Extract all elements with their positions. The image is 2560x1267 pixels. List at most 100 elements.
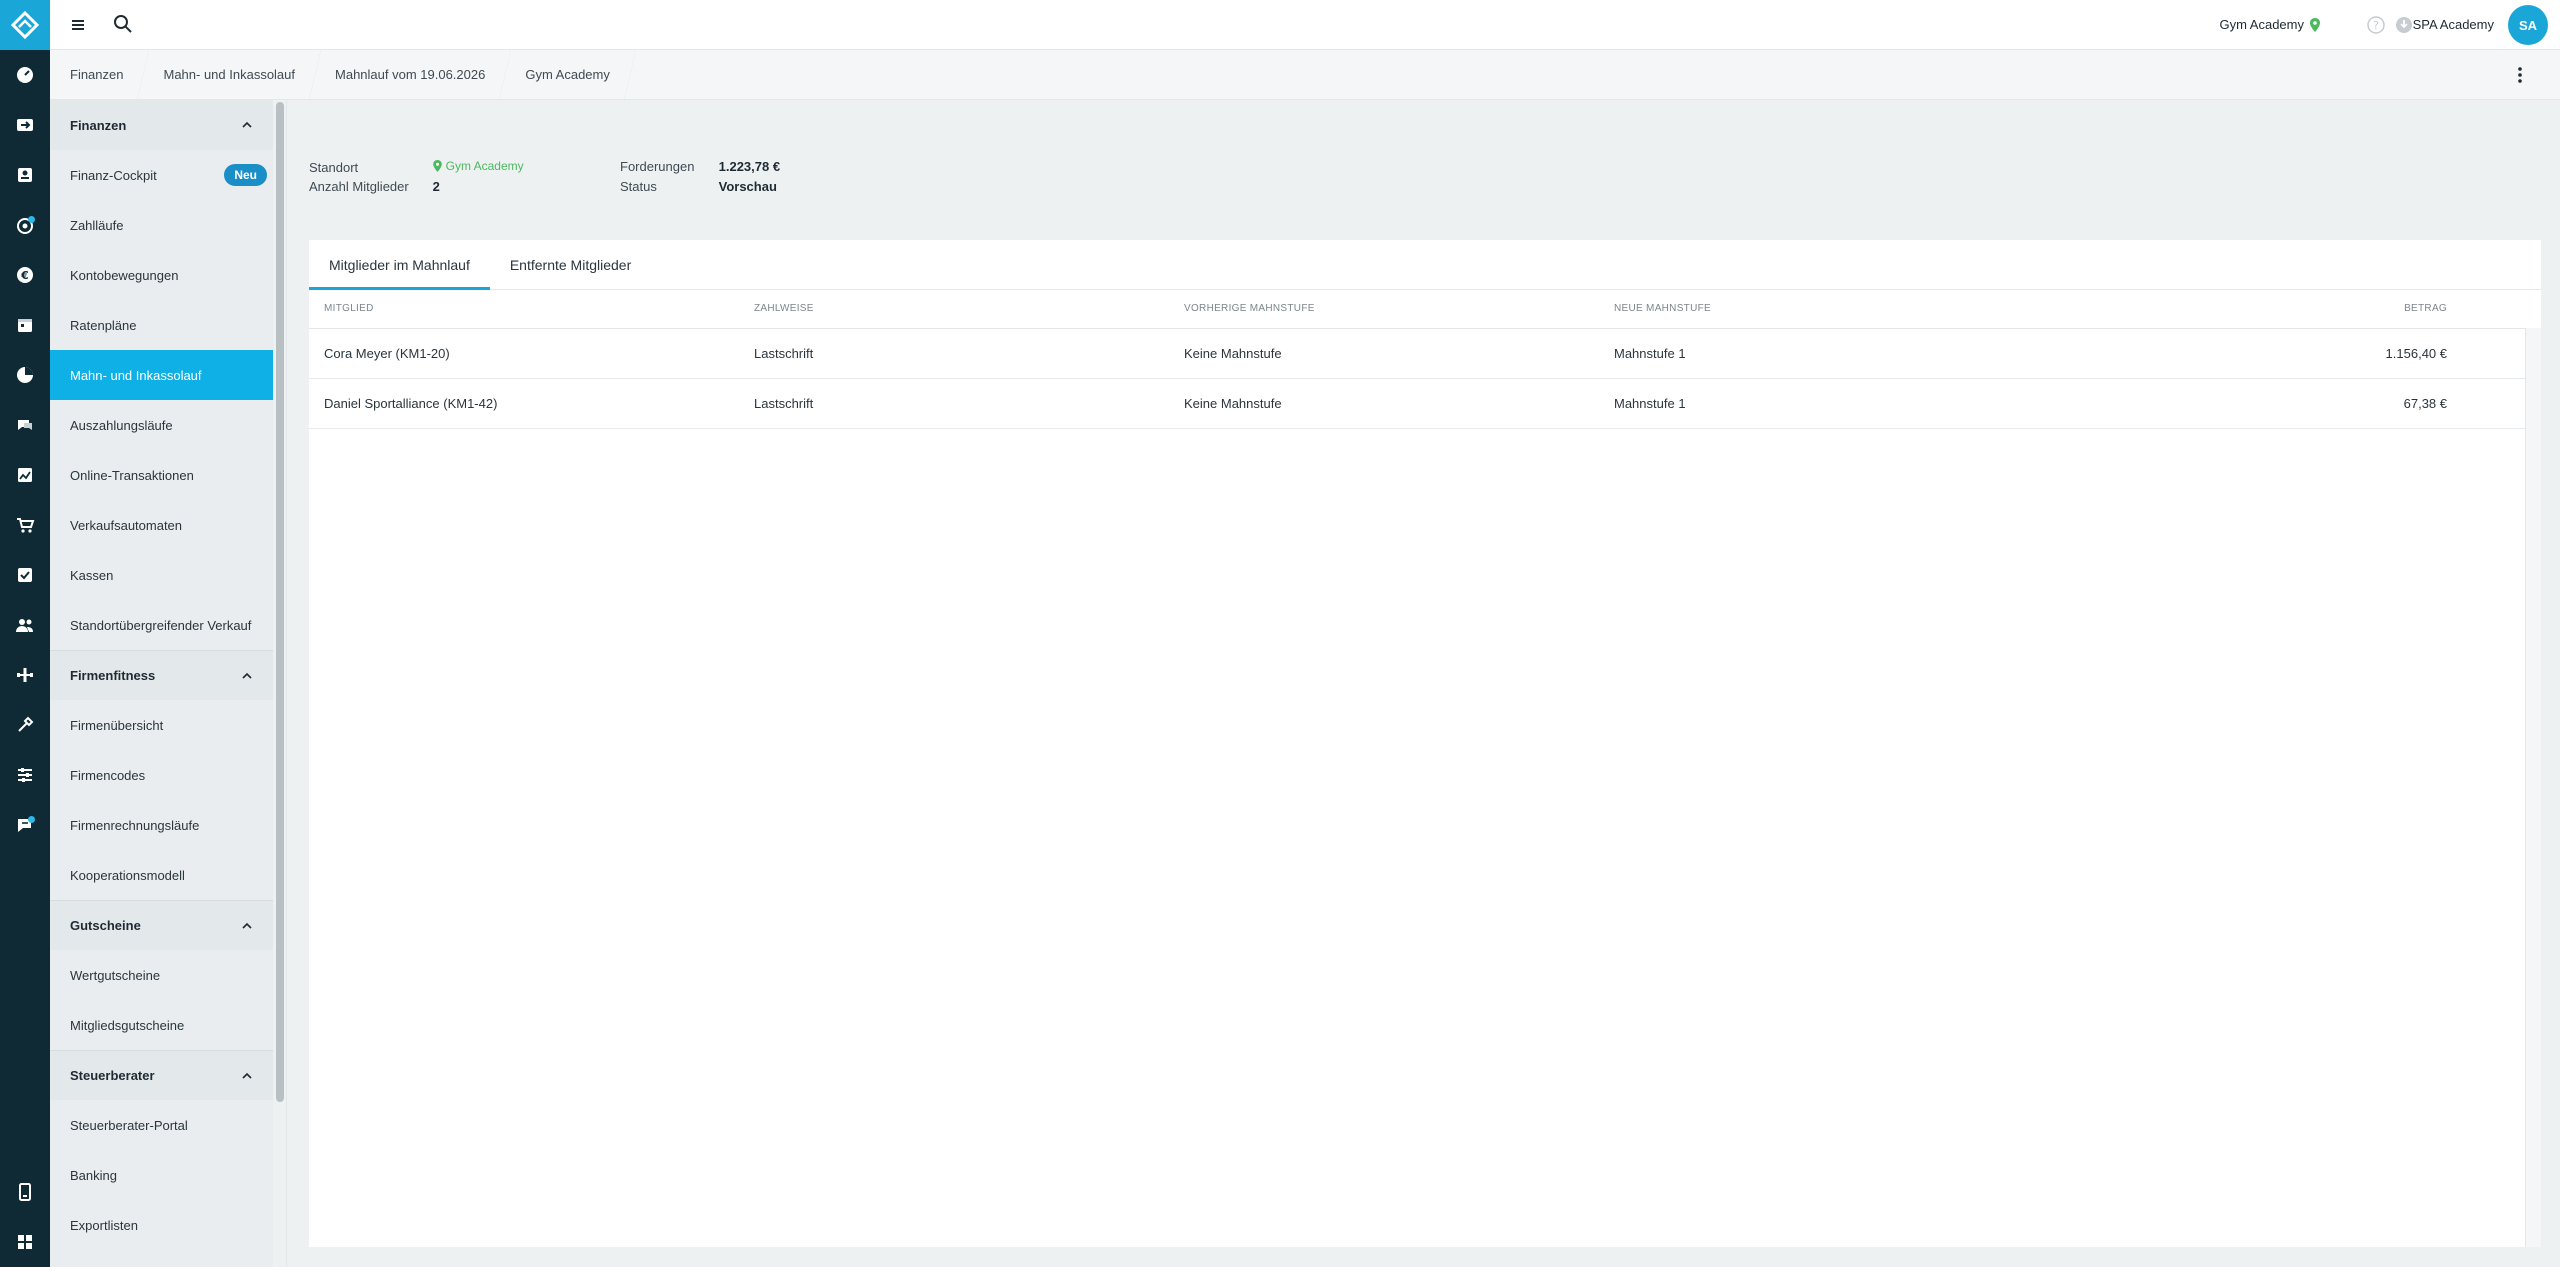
sidebar-item-standortuebergreifender-verkauf[interactable]: Standortübergreifender Verkauf bbox=[50, 600, 273, 650]
sidebar-section-firmenfitness[interactable]: Firmenfitness bbox=[50, 650, 273, 700]
sidebar-item-steuerberater-portal[interactable]: Steuerberater-Portal bbox=[50, 1100, 273, 1150]
sidebar-item-ratenplaene[interactable]: Ratenpläne bbox=[50, 300, 273, 350]
settings-sliders-icon[interactable] bbox=[0, 750, 50, 800]
target-icon[interactable] bbox=[0, 200, 50, 250]
sidebar-item-label: Zahlläufe bbox=[70, 217, 124, 233]
sidebar-item-exportlisten[interactable]: Exportlisten bbox=[50, 1200, 273, 1250]
sidebar-item-kassen[interactable]: Kassen bbox=[50, 550, 273, 600]
sidebar-item-banking[interactable]: Banking bbox=[50, 1150, 273, 1200]
breadcrumb-item-finanzen[interactable]: Finanzen bbox=[50, 50, 151, 100]
forderungen-value: 1.223,78 € bbox=[718, 159, 781, 174]
svg-text:?: ? bbox=[2373, 19, 2379, 32]
chat-icon[interactable] bbox=[0, 400, 50, 450]
analytics-pie-icon[interactable] bbox=[0, 350, 50, 400]
notification-dot bbox=[28, 216, 35, 223]
sidebar-item-label: Exportlisten bbox=[70, 1217, 138, 1233]
sidebar-item-mitgliedsgutscheine[interactable]: Mitgliedsgutscheine bbox=[50, 1000, 273, 1050]
dashboard-icon[interactable] bbox=[0, 50, 50, 100]
table-row[interactable]: Cora Meyer (KM1-20) Lastschrift Keine Ma… bbox=[309, 328, 2525, 379]
hamburger-menu-icon[interactable] bbox=[68, 15, 88, 35]
sidebar-item-verkaufsautomaten[interactable]: Verkaufsautomaten bbox=[50, 500, 273, 550]
breadcrumb-item-studio[interactable]: Gym Academy bbox=[505, 50, 636, 100]
sidebar-section-title: Firmenfitness bbox=[70, 668, 156, 683]
forderungen-label: Forderungen bbox=[620, 159, 695, 174]
chevron-up-icon bbox=[242, 1072, 252, 1079]
download-icon[interactable] bbox=[2394, 15, 2414, 35]
standort-name: Gym Academy bbox=[445, 159, 524, 173]
sidebar-item-label: Standortübergreifender Verkauf bbox=[70, 617, 252, 633]
top-bar: Gym Academy ? SPA Academy SA bbox=[50, 0, 2560, 50]
location-pin-icon bbox=[2310, 17, 2320, 32]
devices-icon[interactable] bbox=[0, 650, 50, 700]
chevron-up-icon bbox=[242, 922, 252, 929]
search-icon[interactable] bbox=[112, 13, 134, 35]
cell-betrag: 1.156,40 € bbox=[2029, 328, 2525, 379]
tab-bar: Mitglieder im Mahnlauf Entfernte Mitglie… bbox=[309, 240, 2541, 290]
breadcrumb-item-mahnlauf-list[interactable]: Mahn- und Inkassolauf bbox=[143, 50, 321, 100]
finance-euro-icon[interactable]: € bbox=[0, 250, 50, 300]
help-icon[interactable]: ? bbox=[2366, 15, 2386, 35]
sidebar-item-label: Steuerberater-Portal bbox=[70, 1117, 188, 1133]
pos-terminal-icon[interactable] bbox=[0, 1167, 50, 1217]
table-scrollbar[interactable] bbox=[2525, 328, 2541, 1247]
tab-entfernte-mitglieder[interactable]: Entfernte Mitglieder bbox=[490, 240, 651, 289]
sidebar-item-wertgutscheine[interactable]: Wertgutscheine bbox=[50, 950, 273, 1000]
sidebar-item-label: Banking bbox=[70, 1167, 117, 1183]
avatar[interactable]: SA bbox=[2508, 5, 2548, 45]
sidebar-scrollbar[interactable] bbox=[273, 100, 287, 1267]
more-options-icon[interactable] bbox=[2510, 65, 2530, 85]
sidebar-section-finanzen[interactable]: Finanzen bbox=[50, 100, 273, 150]
sidebar-section-steuerberater[interactable]: Steuerberater bbox=[50, 1050, 273, 1100]
app-logo-icon[interactable] bbox=[0, 0, 50, 50]
status-value: Vorschau bbox=[718, 179, 777, 194]
sidebar-item-kooperationsmodell[interactable]: Kooperationsmodell bbox=[50, 850, 273, 900]
sidebar-item-finanz-cockpit[interactable]: Finanz-Cockpit Neu bbox=[50, 150, 273, 200]
sidebar-section-gutscheine[interactable]: Gutscheine bbox=[50, 900, 273, 950]
sidebar-scrollbar-thumb[interactable] bbox=[276, 102, 284, 1102]
sidebar-item-online-transaktionen[interactable]: Online-Transaktionen bbox=[50, 450, 273, 500]
tasks-check-icon[interactable] bbox=[0, 550, 50, 600]
column-header-betrag[interactable]: Betrag bbox=[2029, 290, 2525, 329]
breadcrumb-item-mahnlauf[interactable]: Mahnlauf vom 19.06.2026 bbox=[315, 50, 512, 100]
sidebar-item-kontobewegungen[interactable]: Kontobewegungen bbox=[50, 250, 273, 300]
status-label: Status bbox=[620, 179, 657, 194]
image-chart-icon[interactable] bbox=[0, 450, 50, 500]
sidebar-item-label: Ratenpläne bbox=[70, 317, 137, 333]
column-header-vorherige-mahnstufe[interactable]: Vorherige Mahnstufe bbox=[1169, 290, 1599, 329]
feedback-icon[interactable] bbox=[0, 800, 50, 850]
tab-mitglieder-im-mahnlauf[interactable]: Mitglieder im Mahnlauf bbox=[309, 240, 490, 290]
column-header-zahlweise[interactable]: Zahlweise bbox=[739, 290, 1169, 329]
table-header-row: Mitglied Zahlweise Vorherige Mahnstufe N… bbox=[309, 290, 2525, 329]
cell-vorherige-mahnstufe: Keine Mahnstufe bbox=[1169, 328, 1599, 379]
users-group-icon[interactable] bbox=[0, 600, 50, 650]
sidebar-item-firmenuebersicht[interactable]: Firmenübersicht bbox=[50, 700, 273, 750]
sidebar-item-zahllaeufe[interactable]: Zahlläufe bbox=[50, 200, 273, 250]
column-header-mitglied[interactable]: Mitglied bbox=[309, 290, 739, 329]
checkin-icon[interactable] bbox=[0, 100, 50, 150]
cell-mitglied[interactable]: Daniel Sportalliance (KM1-42) bbox=[309, 378, 739, 429]
studio-selector[interactable]: Gym Academy bbox=[2219, 17, 2320, 32]
apps-grid-icon[interactable] bbox=[0, 1217, 50, 1267]
sidebar-item-label: Wertgutscheine bbox=[70, 967, 161, 983]
members-card-icon[interactable] bbox=[0, 150, 50, 200]
integrations-icon[interactable] bbox=[0, 700, 50, 750]
sidebar-item-firmenrechnungslaeufe[interactable]: Firmenrechnungsläufe bbox=[50, 800, 273, 850]
shop-cart-icon[interactable] bbox=[0, 500, 50, 550]
user-name[interactable]: SPA Academy bbox=[2413, 17, 2494, 32]
sidebar-item-label: Kooperationsmodell bbox=[70, 867, 185, 883]
mitglieder-value: 2 bbox=[432, 179, 440, 194]
members-table: Mitglied Zahlweise Vorherige Mahnstufe N… bbox=[309, 290, 2525, 429]
location-pin-icon bbox=[432, 160, 442, 172]
sidebar-item-label: Mitgliedsgutscheine bbox=[70, 1017, 185, 1033]
sidebar-item-mahn-inkassolauf[interactable]: Mahn- und Inkassolauf bbox=[50, 350, 273, 400]
standort-value: Gym Academy bbox=[432, 159, 524, 173]
sidebar-item-auszahlungslaeufe[interactable]: Auszahlungsläufe bbox=[50, 400, 273, 450]
cell-mitglied[interactable]: Cora Meyer (KM1-20) bbox=[309, 328, 739, 379]
calendar-icon[interactable] bbox=[0, 300, 50, 350]
sidebar-item-firmencodes[interactable]: Firmencodes bbox=[50, 750, 273, 800]
chevron-up-icon bbox=[242, 672, 252, 679]
column-header-neue-mahnstufe[interactable]: Neue Mahnstufe bbox=[1599, 290, 2029, 329]
standort-label: Standort bbox=[309, 160, 359, 175]
cell-betrag: 67,38 € bbox=[2029, 378, 2525, 429]
table-row[interactable]: Daniel Sportalliance (KM1-42) Lastschrif… bbox=[309, 378, 2525, 429]
